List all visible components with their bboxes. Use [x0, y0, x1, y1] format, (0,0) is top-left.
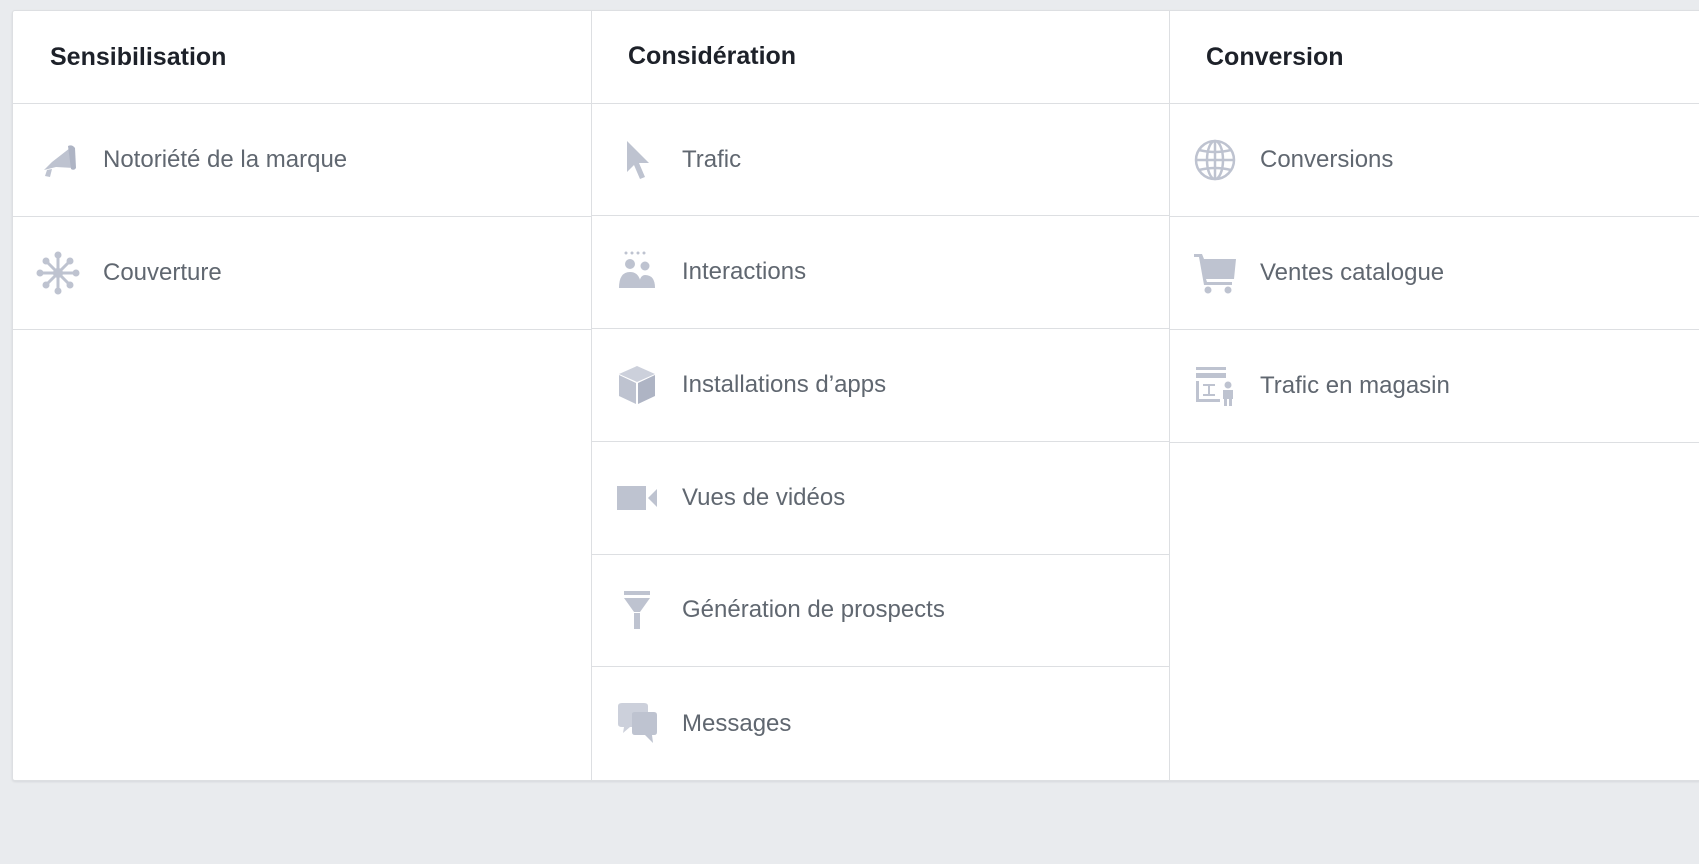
chat-bubbles-icon — [614, 701, 660, 747]
network-icon — [35, 250, 81, 296]
objective-label: Conversions — [1260, 146, 1394, 173]
column-header-consideration: Considération — [592, 11, 1169, 104]
funnel-icon — [614, 587, 660, 633]
objective-brand-awareness[interactable]: Notoriété de la marque — [13, 104, 591, 217]
objective-engagement[interactable]: Interactions — [592, 216, 1169, 330]
objective-conversions[interactable]: Conversions — [1170, 104, 1699, 217]
objective-traffic[interactable]: Trafic — [592, 104, 1169, 217]
campaign-objective-panel: Sensibilisation Notoriété de la marque C… — [12, 10, 1699, 781]
store-person-icon — [1192, 363, 1238, 409]
objective-label: Ventes catalogue — [1260, 259, 1445, 286]
objective-video-views[interactable]: Vues de vidéos — [592, 442, 1169, 555]
objective-reach[interactable]: Couverture — [13, 217, 591, 330]
globe-icon — [1192, 137, 1238, 183]
people-icon — [614, 249, 660, 295]
objective-label: Couverture — [103, 259, 222, 286]
objective-label: Trafic — [682, 145, 742, 173]
objective-label: Messages — [682, 709, 792, 737]
shopping-cart-icon — [1192, 250, 1238, 296]
video-camera-icon — [614, 475, 660, 521]
column-conversion: Conversion Conversions Ventes catalogue … — [1170, 11, 1699, 780]
column-header-conversion: Conversion — [1170, 11, 1699, 104]
objective-store-traffic[interactable]: Trafic en magasin — [1170, 330, 1699, 443]
objective-label: Notoriété de la marque — [103, 146, 348, 173]
objective-catalog-sales[interactable]: Ventes catalogue — [1170, 217, 1699, 330]
objective-label: Vues de vidéos — [682, 483, 846, 511]
megaphone-icon — [35, 137, 81, 183]
column-awareness: Sensibilisation Notoriété de la marque C… — [13, 11, 592, 780]
objective-label: Interactions — [682, 258, 807, 286]
objective-messages[interactable]: Messages — [592, 667, 1169, 780]
objective-lead-generation[interactable]: Génération de prospects — [592, 555, 1169, 668]
objective-label: Trafic en magasin — [1260, 372, 1450, 399]
cursor-icon — [614, 137, 660, 183]
objective-label: Génération de prospects — [682, 596, 945, 624]
box-icon — [614, 362, 660, 408]
column-consideration: Considération Trafic Interactions Instal… — [592, 11, 1170, 780]
objective-app-installs[interactable]: Installations d’apps — [592, 329, 1169, 442]
objective-label: Installations d’apps — [682, 371, 887, 399]
column-header-awareness: Sensibilisation — [13, 11, 591, 104]
